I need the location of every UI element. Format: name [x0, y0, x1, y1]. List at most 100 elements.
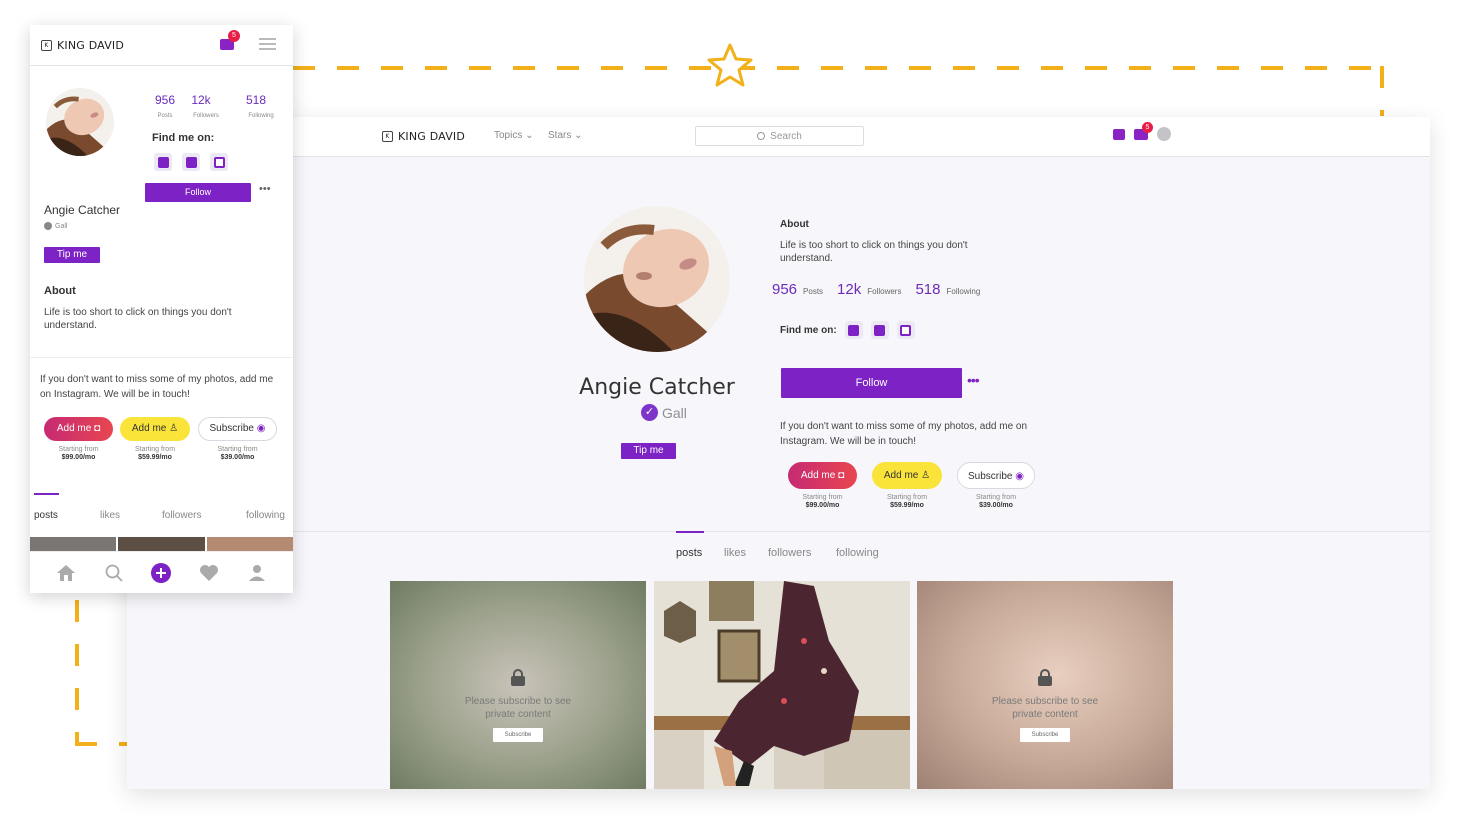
snapchat-icon: ♙	[921, 470, 931, 481]
price-instagram: Starting from $99.00/mo	[44, 446, 113, 462]
photo-strip	[30, 537, 293, 551]
user-avatar-icon[interactable]	[1157, 127, 1171, 141]
price-value: $99.00/mo	[805, 502, 840, 509]
locked-message-line1: Please subscribe to see	[464, 696, 572, 707]
promo-text: If you don't want to miss some of my pho…	[40, 374, 274, 400]
brand[interactable]: K KING DAVID	[41, 39, 124, 52]
price-snapchat: Starting from $59.99/mo	[120, 446, 190, 462]
stat-following-label: Following	[248, 113, 274, 119]
header-icons: 5	[1113, 121, 1171, 141]
add-snapchat-button[interactable]: Add me ♙	[120, 417, 190, 441]
check-icon: ✓	[641, 404, 658, 421]
find-me-row: Find me on:	[780, 321, 915, 339]
price-value: $99.00/mo	[61, 454, 96, 461]
star-icon	[707, 43, 753, 87]
tip-button[interactable]: Tip me	[621, 443, 676, 459]
price-value: $59.99/mo	[890, 502, 924, 509]
snapchat-icon: ♙	[169, 423, 179, 434]
more-options-icon[interactable]: •••	[259, 183, 271, 195]
follow-button[interactable]: Follow	[781, 368, 962, 398]
price-instagram: Starting from $99.00/mo	[788, 494, 857, 510]
messages-button[interactable]: 5	[1134, 121, 1153, 140]
subscribe-small-button[interactable]: Subscribe	[1020, 728, 1070, 742]
post-thumbnail[interactable]	[30, 537, 117, 551]
price-snapchat: Starting from $59.99/mo	[872, 494, 942, 510]
profile-avatar	[584, 206, 730, 352]
onlyfans-icon: ◉	[1015, 471, 1024, 482]
tab-followers[interactable]: followers	[768, 547, 811, 559]
add-instagram-button[interactable]: Add me ◘	[788, 462, 857, 489]
connector-right	[1380, 66, 1384, 116]
locked-post[interactable]: Please subscribe to see private content …	[917, 581, 1173, 789]
tab-following[interactable]: following	[246, 510, 285, 521]
price-caption: Starting from	[58, 446, 99, 453]
about-heading: About	[44, 285, 76, 297]
search-icon[interactable]	[104, 563, 124, 583]
stat-posts-value: 956	[772, 281, 798, 298]
mobile-profile-view: K KING DAVID 5 956 12k 518 Posts Followe…	[30, 25, 293, 593]
composition: K KING DAVID Topics ⌄ Stars ⌄ Search 5 A…	[0, 0, 1460, 825]
twitter-icon[interactable]	[844, 321, 863, 339]
twitter-icon[interactable]	[154, 153, 172, 171]
bottom-nav	[30, 551, 293, 593]
profile-icon[interactable]	[247, 563, 267, 583]
nav-topics-label: Topics	[494, 130, 523, 141]
subscribe-label: Subscribe	[209, 423, 254, 434]
brand[interactable]: K KING DAVID	[382, 130, 465, 143]
price-caption: Starting from	[134, 446, 176, 453]
about-heading: About	[780, 219, 809, 230]
messages-button[interactable]: 5	[220, 30, 240, 50]
price-caption: Starting from	[975, 494, 1017, 501]
nav-stars[interactable]: Stars ⌄	[548, 130, 583, 141]
locked-message-line2: private content	[1012, 709, 1078, 720]
post-thumbnail[interactable]	[118, 537, 205, 551]
wallet-icon[interactable]	[1113, 128, 1125, 140]
subscribe-small-button[interactable]: Subscribe	[493, 728, 543, 742]
tab-likes[interactable]: likes	[724, 547, 746, 559]
add-post-icon[interactable]	[151, 562, 172, 583]
tab-likes[interactable]: likes	[100, 510, 120, 521]
section-divider	[30, 357, 293, 358]
add-snapchat-label: Add me	[131, 423, 167, 434]
facebook-icon[interactable]	[870, 321, 889, 339]
instagram-icon: ◘	[94, 423, 101, 434]
locked-post[interactable]: Please subscribe to see private content …	[390, 581, 646, 789]
promo-text: If you don't want to miss some of my pho…	[780, 421, 1028, 447]
stat-followers-value: 12k	[837, 281, 862, 298]
tab-following[interactable]: following	[836, 547, 879, 559]
add-instagram-button[interactable]: Add me ◘	[44, 417, 113, 441]
subscribe-button[interactable]: Subscribe ◉	[198, 417, 277, 441]
chevron-down-icon: ⌄	[525, 130, 534, 141]
profile-stats: 956 Posts 12k Followers 518 Following	[772, 281, 988, 298]
heart-icon[interactable]	[199, 563, 219, 583]
brand-logo-icon: K	[382, 131, 393, 142]
post-thumbnail[interactable]	[206, 537, 293, 551]
find-me-label: Find me on:	[780, 324, 837, 336]
menu-icon[interactable]	[259, 38, 276, 50]
subscribe-label: Subscribe	[968, 471, 1013, 482]
more-options-icon[interactable]: •••	[967, 372, 980, 388]
instagram-icon[interactable]	[210, 153, 228, 171]
follow-button[interactable]: Follow	[145, 183, 251, 202]
connector-bottom	[75, 742, 127, 746]
post-photo[interactable]	[654, 581, 910, 789]
stat-following-value: 518	[245, 93, 267, 107]
profile-name: Angie Catcher	[44, 203, 121, 217]
facebook-icon[interactable]	[182, 153, 200, 171]
chevron-down-icon: ⌄	[574, 130, 583, 141]
tab-posts[interactable]: posts	[676, 547, 702, 559]
profile-avatar	[46, 88, 114, 156]
home-icon[interactable]	[56, 563, 76, 583]
onlyfans-icon: ◉	[256, 423, 266, 434]
tab-posts[interactable]: posts	[34, 510, 58, 521]
search-input[interactable]: Search	[695, 126, 864, 146]
notification-badge: 5	[228, 30, 240, 42]
stat-posts-value: 956	[154, 93, 176, 107]
instagram-icon[interactable]	[896, 321, 915, 339]
tip-button[interactable]: Tip me	[44, 247, 100, 263]
nav-topics[interactable]: Topics ⌄	[494, 130, 534, 141]
subscribe-button[interactable]: Subscribe ◉	[957, 462, 1035, 489]
add-snapchat-button[interactable]: Add me ♙	[872, 462, 942, 489]
stat-followers-value: 12k	[191, 93, 211, 107]
tab-followers[interactable]: followers	[162, 510, 201, 521]
